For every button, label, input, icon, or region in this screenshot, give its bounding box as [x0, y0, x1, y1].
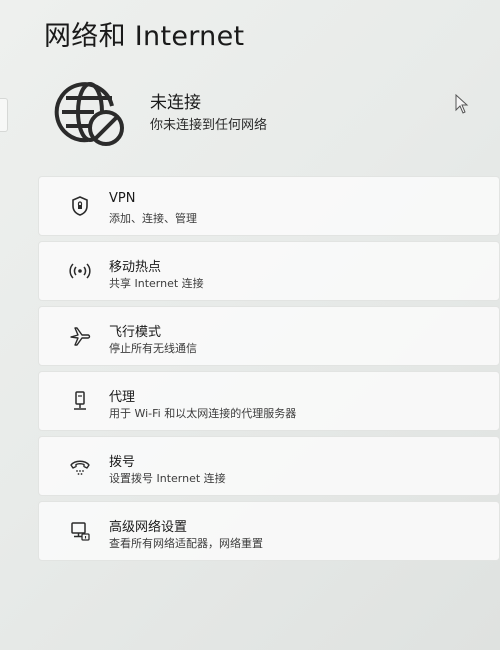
mobile-hotspot-title: 移动热点	[109, 260, 162, 275]
mobile-hotspot-item[interactable]: 移动热点 共享 Internet 连接	[38, 241, 500, 301]
advanced-network-settings-subtitle: 查看所有网络适配器，网络重置	[109, 537, 263, 550]
page-title: 网络和 Internet	[44, 21, 245, 52]
advanced-network-settings-item[interactable]: 高级网络设置 查看所有网络适配器，网络重置	[38, 501, 500, 561]
vpn-title: VPN	[109, 191, 136, 206]
airplane-icon	[70, 327, 91, 346]
dial-up-item[interactable]: 拨号 设置拨号 Internet 连接	[38, 436, 500, 496]
network-adapter-icon	[71, 522, 90, 541]
vpn-item[interactable]: VPN 添加、连接、管理	[38, 176, 500, 236]
airplane-mode-title: 飞行模式	[109, 325, 162, 340]
status-title: 未连接	[150, 93, 201, 113]
settings-list: VPN 添加、连接、管理 移动热点 共享 Internet 连接 飞行模式 停止…	[38, 176, 500, 566]
airplane-mode-subtitle: 停止所有无线通信	[109, 342, 197, 355]
status-subtitle: 你未连接到任何网络	[150, 118, 268, 133]
globe-disconnected-icon	[54, 82, 124, 146]
mobile-hotspot-subtitle: 共享 Internet 连接	[109, 277, 204, 290]
dial-up-subtitle: 设置拨号 Internet 连接	[109, 472, 226, 485]
dialup-phone-icon	[70, 460, 90, 475]
proxy-server-icon	[74, 391, 86, 410]
proxy-title: 代理	[109, 390, 136, 405]
advanced-network-settings-title: 高级网络设置	[109, 520, 188, 535]
shield-icon	[72, 196, 88, 216]
proxy-subtitle: 用于 Wi-Fi 和以太网连接的代理服务器	[109, 407, 297, 420]
mouse-pointer-icon	[455, 94, 469, 114]
connection-status: 未连接 你未连接到任何网络	[54, 76, 474, 156]
vpn-subtitle: 添加、连接、管理	[109, 212, 197, 225]
dial-up-title: 拨号	[109, 455, 136, 470]
hotspot-icon	[69, 263, 91, 279]
collapsed-nav-edge[interactable]	[0, 98, 8, 132]
airplane-mode-item[interactable]: 飞行模式 停止所有无线通信	[38, 306, 500, 366]
proxy-item[interactable]: 代理 用于 Wi-Fi 和以太网连接的代理服务器	[38, 371, 500, 431]
